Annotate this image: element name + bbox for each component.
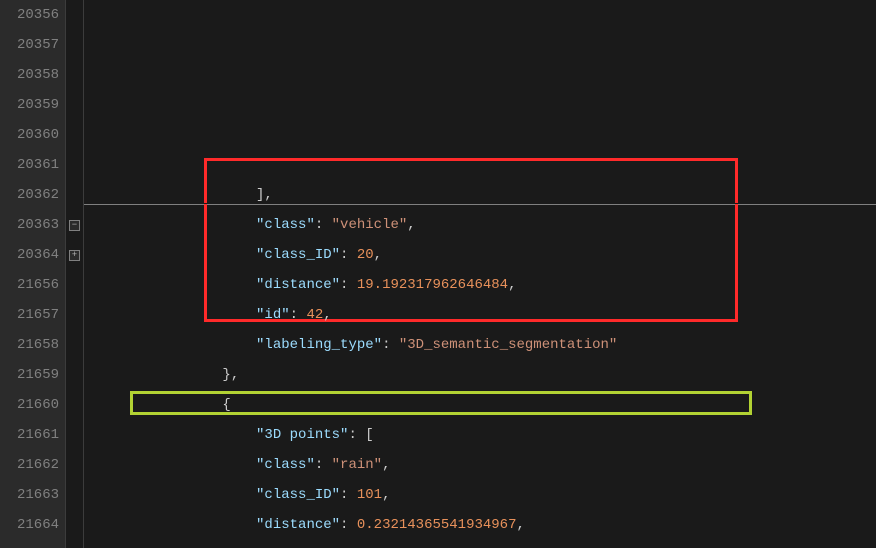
json-punct: , (323, 307, 331, 323)
json-key: "class" (256, 217, 315, 233)
json-punct: : (315, 457, 332, 473)
json-punct: }, (222, 367, 239, 383)
json-string: "rain" (332, 457, 382, 473)
line-number: 21663 (0, 480, 59, 510)
code-line[interactable]: "distance": 0.23214365541934967, (88, 510, 876, 540)
line-number: 20359 (0, 90, 59, 120)
json-punct: : (340, 277, 357, 293)
json-number: 0.23214365541934967 (357, 517, 517, 533)
json-punct: , (508, 277, 516, 293)
line-number: 21665 (0, 540, 59, 548)
json-punct: : (315, 217, 332, 233)
json-punct: , (517, 517, 525, 533)
json-punct: : [ (348, 427, 373, 443)
json-punct: : (290, 307, 307, 323)
line-number: 20358 (0, 60, 59, 90)
json-string: "3D_semantic_segmentation" (399, 337, 617, 353)
line-number: 20357 (0, 30, 59, 60)
line-number: 20362 (0, 180, 59, 210)
json-key: "labeling_type" (256, 337, 382, 353)
json-number: 20 (357, 247, 374, 263)
line-number: 21656 (0, 270, 59, 300)
json-key: "distance" (256, 277, 340, 293)
line-number: 21661 (0, 420, 59, 450)
fold-collapse-icon[interactable]: − (69, 220, 80, 231)
code-line[interactable]: "class_ID": 101, (88, 480, 876, 510)
code-area[interactable]: ], "class": "vehicle", "class_ID": 20, "… (84, 0, 876, 548)
code-line[interactable]: "id": 53, (88, 540, 876, 548)
code-line[interactable]: "id": 42, (88, 300, 876, 330)
fold-expand-icon[interactable]: + (69, 250, 80, 261)
line-number: 20363 (0, 210, 59, 240)
line-number-gutter: 2035620357203582035920360203612036220363… (0, 0, 66, 548)
json-punct: , (374, 247, 382, 263)
code-line[interactable]: "distance": 19.192317962646484, (88, 270, 876, 300)
line-number: 20356 (0, 0, 59, 30)
line-number: 20364 (0, 240, 59, 270)
json-punct: : (340, 517, 357, 533)
line-number: 21657 (0, 300, 59, 330)
line-number: 20360 (0, 120, 59, 150)
line-number: 21662 (0, 450, 59, 480)
json-key: "class" (256, 457, 315, 473)
json-punct: , (407, 217, 415, 233)
code-line[interactable]: "labeling_type": "3D_semantic_segmentati… (88, 330, 876, 360)
line-number: 21659 (0, 360, 59, 390)
json-punct: ], (256, 187, 273, 203)
code-line[interactable]: "class": "vehicle", (88, 210, 876, 240)
code-line[interactable]: }, (88, 360, 876, 390)
code-line[interactable]: { (88, 390, 876, 420)
json-number: 42 (306, 307, 323, 323)
json-punct: , (382, 457, 390, 473)
json-punct: : (340, 487, 357, 503)
line-number: 21658 (0, 330, 59, 360)
json-string: "vehicle" (332, 217, 408, 233)
code-editor[interactable]: 2035620357203582035920360203612036220363… (0, 0, 876, 548)
json-punct: { (222, 397, 230, 413)
code-line[interactable]: ], (88, 180, 876, 210)
line-number: 21660 (0, 390, 59, 420)
code-line[interactable]: "3D points": [ (88, 420, 876, 450)
fold-column[interactable]: −+ (66, 0, 84, 548)
json-key: "class_ID" (256, 247, 340, 263)
json-number: 101 (357, 487, 382, 503)
json-number: 19.192317962646484 (357, 277, 508, 293)
json-punct: : (382, 337, 399, 353)
line-number: 20361 (0, 150, 59, 180)
json-punct: : (340, 247, 357, 263)
code-line[interactable]: "class_ID": 20, (88, 240, 876, 270)
line-number: 21664 (0, 510, 59, 540)
json-punct: , (382, 487, 390, 503)
code-line[interactable]: "class": "rain", (88, 450, 876, 480)
json-key: "distance" (256, 517, 340, 533)
json-key: "class_ID" (256, 487, 340, 503)
json-key: "3D points" (256, 427, 348, 443)
json-key: "id" (256, 307, 290, 323)
